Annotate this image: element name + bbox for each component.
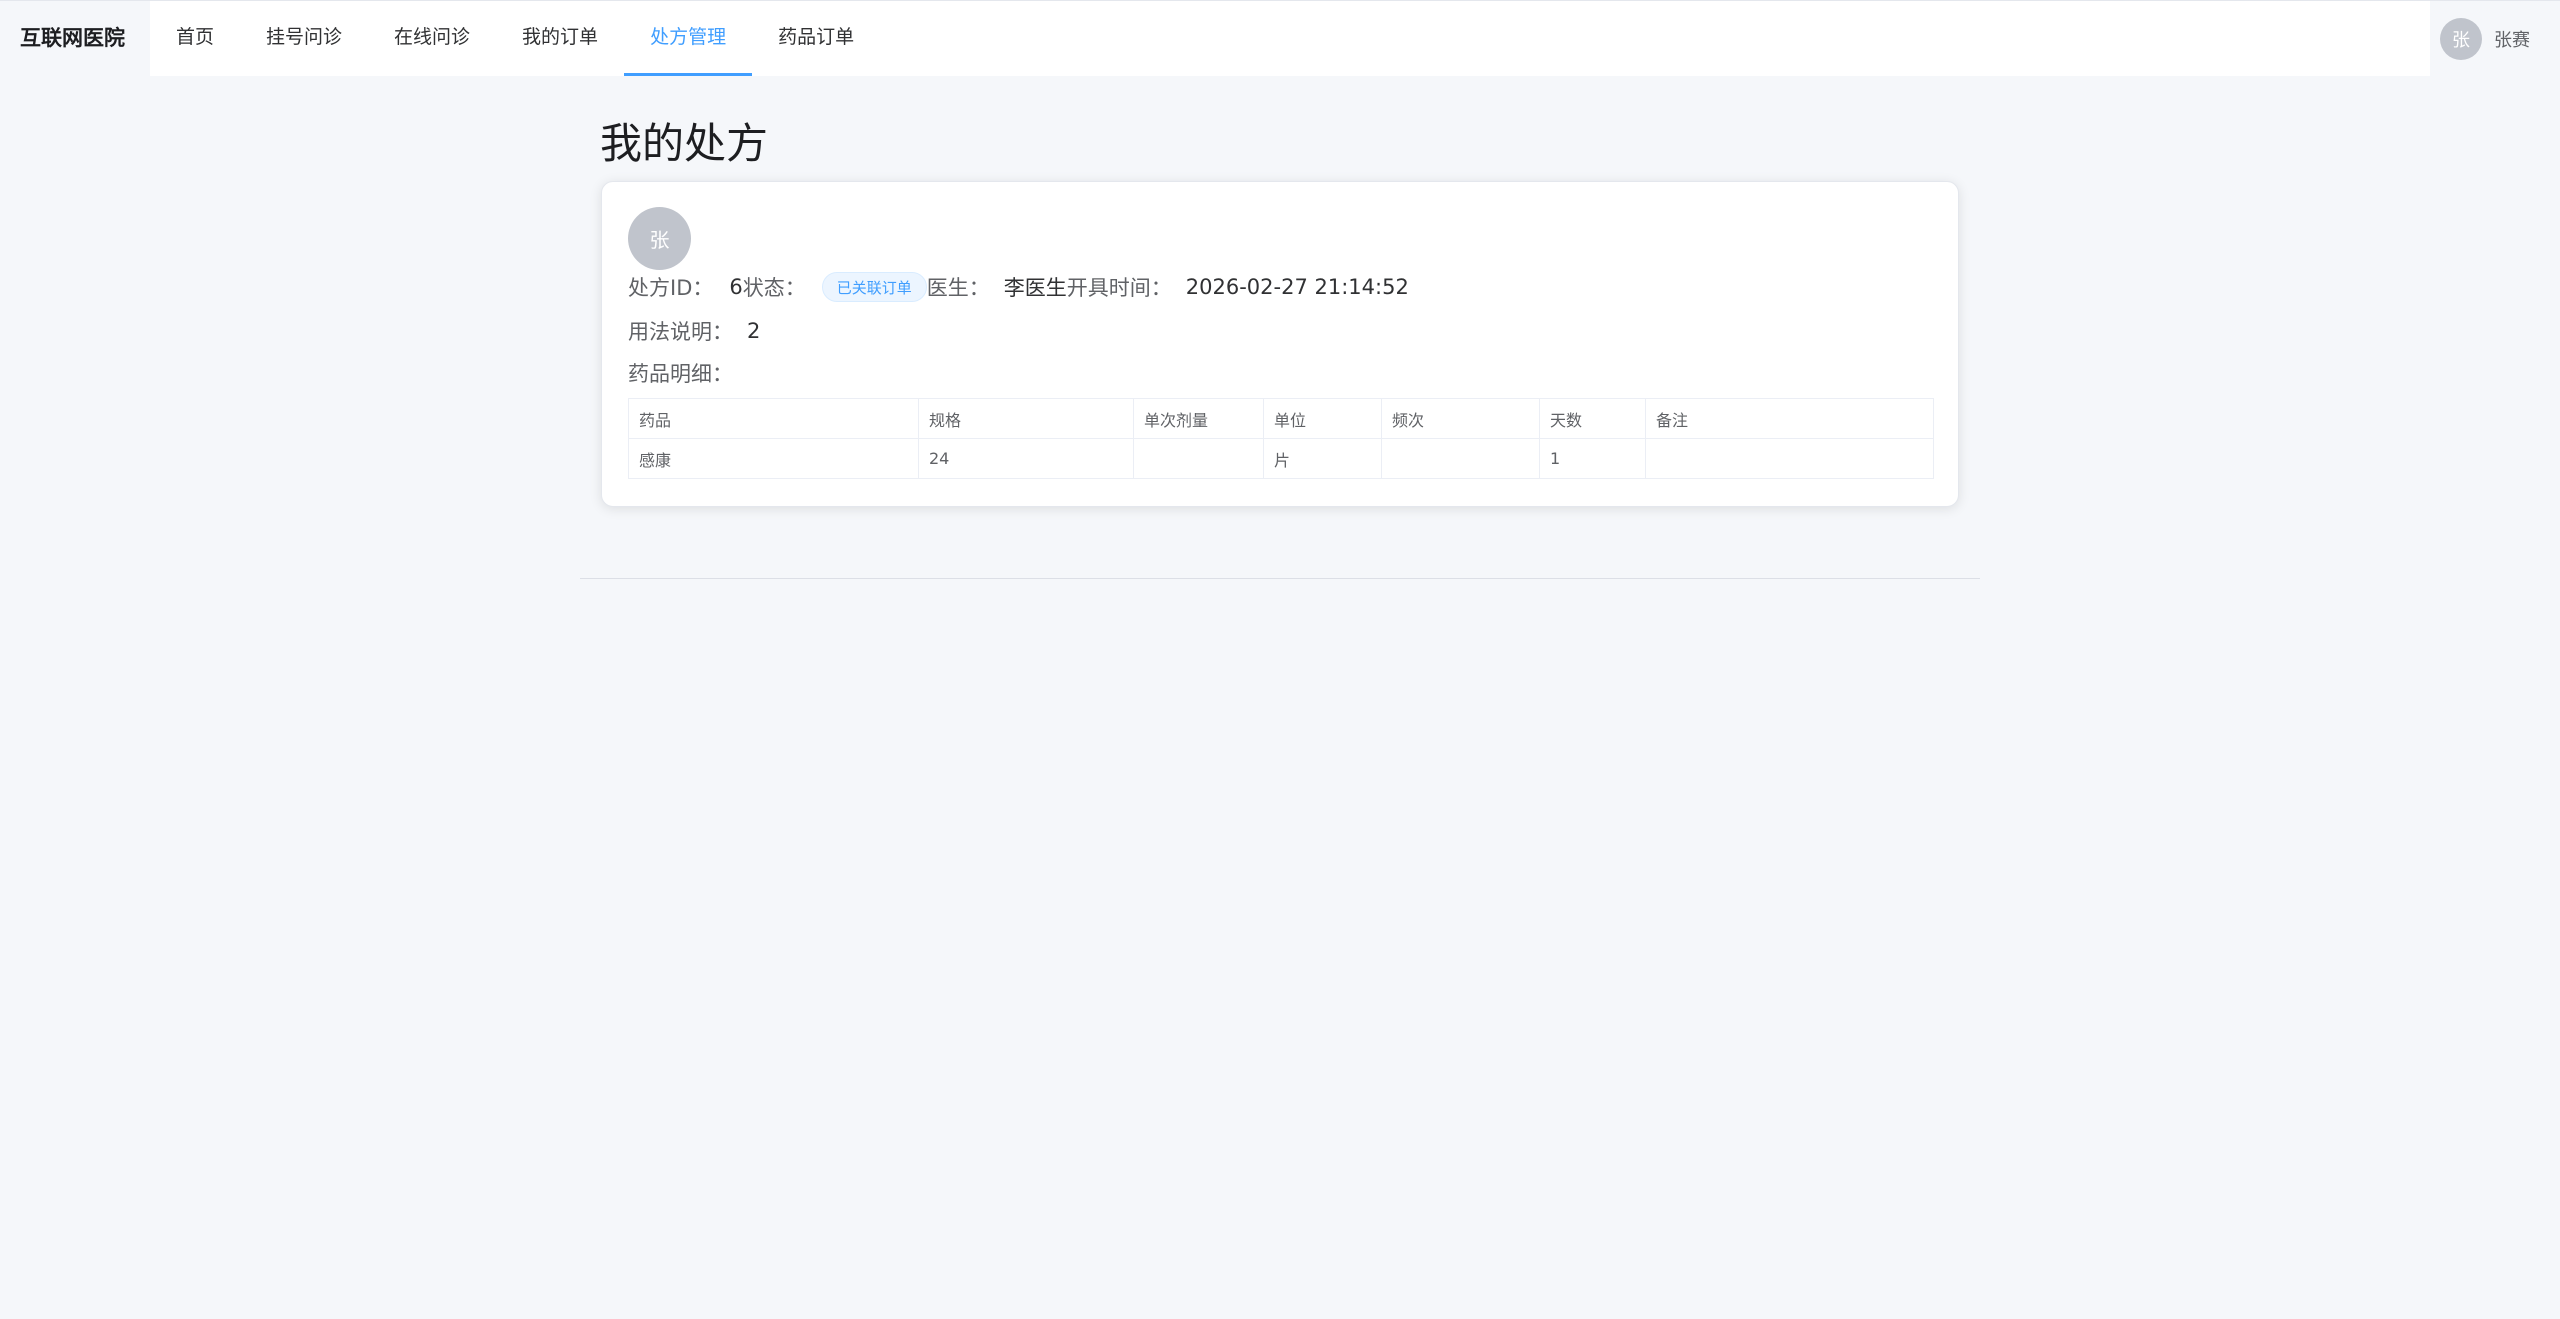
table-cell-remark	[1645, 438, 1934, 479]
column-header-dose: 单次剂量	[1133, 398, 1264, 439]
column-header-spec: 规格	[918, 398, 1134, 439]
table-cell-days: 1	[1539, 438, 1646, 479]
prescription-id-label: 处方ID：	[628, 276, 714, 300]
drug-detail-table: 药品 规格 单次剂量 单位 频次 天数 备注 感康 24 片 1	[628, 398, 1934, 479]
issue-time-value: 2026-02-27 21:14:52	[1185, 275, 1409, 299]
table-cell-dose	[1133, 438, 1264, 479]
footer-divider	[580, 578, 1980, 579]
doctor-value: 李医生	[1003, 276, 1067, 300]
nav-item-my-orders[interactable]: 我的订单	[496, 1, 624, 76]
nav-item-registration[interactable]: 挂号问诊	[240, 1, 368, 76]
column-header-days: 天数	[1539, 398, 1646, 439]
main-menu: 首页 挂号问诊 在线问诊 我的订单 处方管理 药品订单	[150, 1, 2430, 76]
table-cell-drug: 感康	[628, 438, 919, 479]
nav-item-prescriptions[interactable]: 处方管理	[624, 1, 753, 76]
drug-detail-label: 药品明细：	[628, 362, 733, 386]
top-navbar: 互联网医院 首页 挂号问诊 在线问诊 我的订单 处方管理 药品订单 张 张赛	[0, 0, 2560, 76]
status-badge: 已关联订单	[821, 272, 927, 302]
usage-label: 用法说明：	[628, 320, 733, 344]
prescription-id-value: 6	[729, 275, 743, 299]
user-name[interactable]: 张赛	[2494, 26, 2530, 52]
brand-logo[interactable]: 互联网医院	[20, 1, 125, 75]
table-cell-unit: 片	[1263, 438, 1382, 479]
usage-value: 2	[747, 319, 761, 343]
prescription-info-line: 处方ID： 6 状态： 已关联订单 医生： 李医生 开具时间： 2026-02-…	[628, 268, 1409, 306]
nav-item-home[interactable]: 首页	[150, 1, 240, 76]
table-row: 感康 24 片 1	[628, 438, 1934, 479]
user-menu[interactable]: 张 张赛	[2430, 1, 2560, 76]
nav-item-drug-orders[interactable]: 药品订单	[752, 1, 880, 76]
column-header-drug: 药品	[628, 398, 919, 439]
column-header-frequency: 频次	[1381, 398, 1540, 439]
page-title: 我的处方	[600, 119, 769, 168]
table-cell-spec: 24	[918, 438, 1134, 479]
prescription-card: 张 处方ID： 6 状态： 已关联订单 医生： 李医生 开具时间： 2026-0…	[601, 181, 1959, 507]
usage-line: 用法说明： 2	[628, 311, 760, 351]
column-header-remark: 备注	[1645, 398, 1934, 439]
table-header-row: 药品 规格 单次剂量 单位 频次 天数 备注	[628, 398, 1934, 439]
status-label: 状态：	[742, 276, 806, 300]
doctor-avatar: 张	[628, 207, 691, 270]
user-avatar[interactable]: 张	[2440, 17, 2482, 60]
nav-item-online-consult[interactable]: 在线问诊	[368, 1, 496, 76]
doctor-label: 医生：	[926, 276, 990, 300]
issue-time-label: 开具时间：	[1066, 276, 1172, 300]
table-cell-frequency	[1381, 438, 1540, 479]
column-header-unit: 单位	[1263, 398, 1382, 439]
